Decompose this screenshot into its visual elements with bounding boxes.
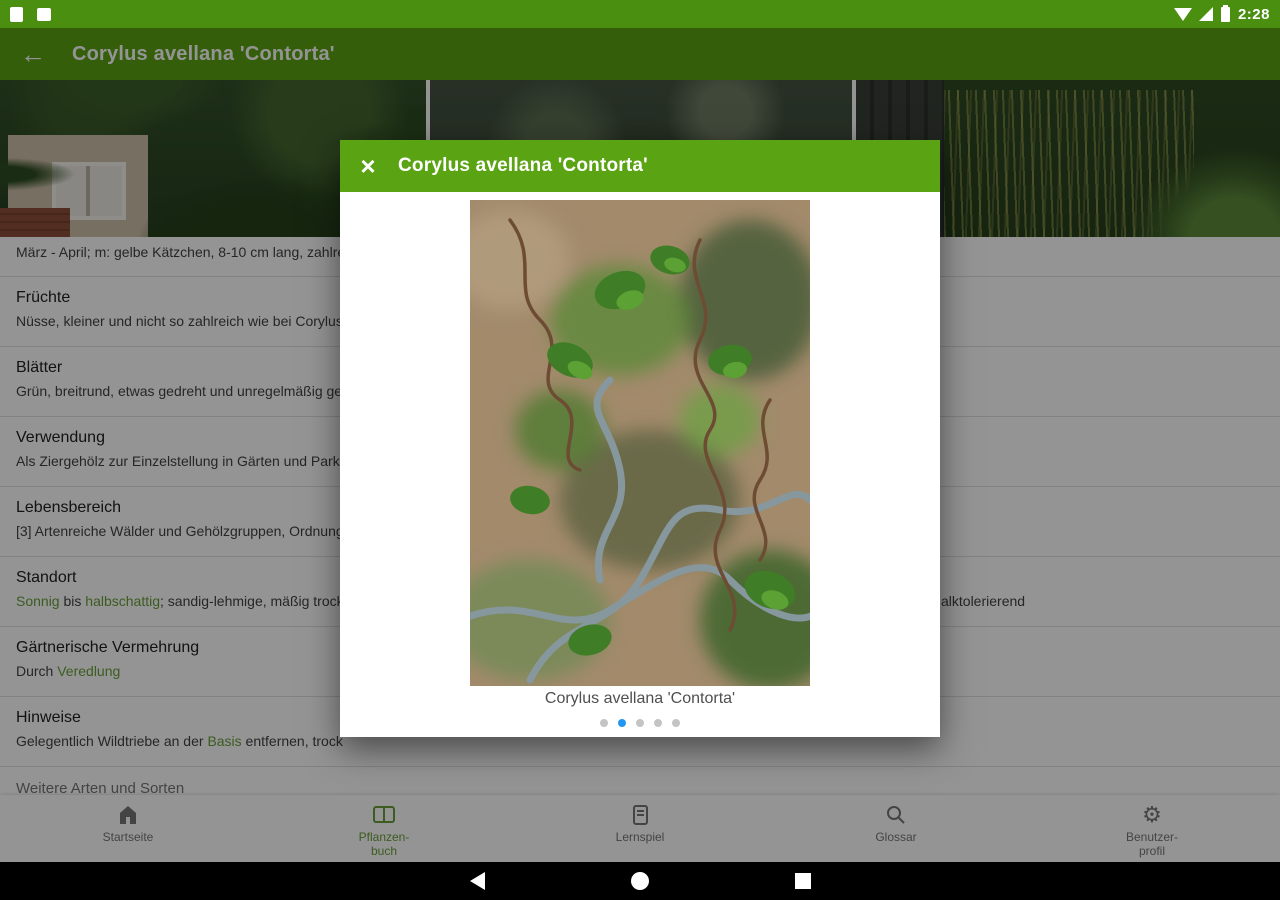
cell-signal-icon: [1198, 7, 1213, 21]
home-circle-icon[interactable]: [631, 872, 649, 890]
back-triangle-icon[interactable]: [470, 872, 485, 890]
notification-icon: [10, 6, 23, 22]
battery-icon: [1220, 4, 1230, 22]
plant-photo[interactable]: [470, 200, 810, 686]
carousel-dot[interactable]: [654, 719, 662, 727]
screenshot-icon: [37, 7, 51, 21]
plant-photo-placeholder: [470, 200, 810, 686]
carousel-dot[interactable]: [636, 719, 644, 727]
carousel-dot[interactable]: [618, 719, 626, 727]
carousel-dot[interactable]: [600, 719, 608, 727]
dialog-title: Corylus avellana 'Contorta': [398, 155, 648, 176]
close-icon[interactable]: ×: [355, 153, 381, 179]
carousel-dots: [340, 719, 940, 727]
dialog-header: × Corylus avellana 'Contorta': [340, 140, 940, 192]
wifi-icon: [1173, 7, 1192, 21]
android-nav-bar: [0, 862, 1280, 900]
carousel-dot[interactable]: [672, 719, 680, 727]
recents-square-icon[interactable]: [795, 873, 811, 889]
photo-caption: Corylus avellana 'Contorta': [544, 690, 736, 707]
status-bar-time: 2:28: [1237, 5, 1270, 23]
image-viewer-dialog: × Corylus avellana 'Contorta' Corylus av…: [340, 140, 940, 737]
status-bar: 2:28: [0, 0, 1280, 28]
